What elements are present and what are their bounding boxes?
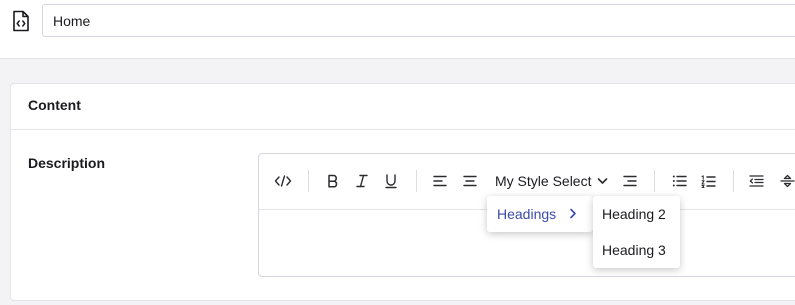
divider	[11, 129, 795, 130]
italic-icon[interactable]	[349, 168, 375, 194]
toolbar-separator	[654, 170, 655, 192]
menu-item-heading-2[interactable]: Heading 2	[593, 196, 680, 232]
menu-item-label: Heading 3	[602, 242, 666, 258]
source-code-icon[interactable]	[270, 168, 296, 194]
toolbar-separator	[308, 170, 309, 192]
bold-icon[interactable]	[320, 168, 346, 194]
toolbar-separator	[733, 170, 734, 192]
menu-item-label: Headings	[497, 206, 557, 222]
align-left-icon[interactable]	[427, 168, 453, 194]
bullet-list-icon[interactable]	[666, 168, 692, 194]
content-group-card: Content Description My Style Select	[10, 83, 795, 301]
chevron-down-icon	[598, 178, 608, 184]
property-label: Description	[28, 155, 106, 171]
group-title: Content	[28, 97, 81, 113]
outdent-icon[interactable]	[743, 168, 769, 194]
style-select-label: My Style Select	[495, 173, 592, 189]
style-select-menu: Headings	[487, 196, 593, 232]
headings-submenu: Heading 2 Heading 3	[593, 196, 680, 268]
strikethrough-icon[interactable]	[774, 168, 795, 194]
underline-icon[interactable]	[378, 168, 404, 194]
menu-item-label: Heading 2	[602, 206, 666, 222]
document-code-icon	[13, 10, 29, 32]
toolbar-separator	[416, 170, 417, 192]
top-bar	[0, 0, 795, 59]
numbered-list-icon[interactable]	[695, 168, 721, 194]
node-name-input[interactable]	[42, 4, 795, 37]
align-center-icon[interactable]	[457, 168, 483, 194]
menu-item-heading-3[interactable]: Heading 3	[593, 232, 680, 268]
menu-item-headings[interactable]: Headings	[487, 196, 593, 232]
align-right-icon[interactable]	[617, 168, 643, 194]
chevron-right-icon	[570, 208, 576, 219]
style-select-dropdown[interactable]: My Style Select	[495, 168, 608, 194]
